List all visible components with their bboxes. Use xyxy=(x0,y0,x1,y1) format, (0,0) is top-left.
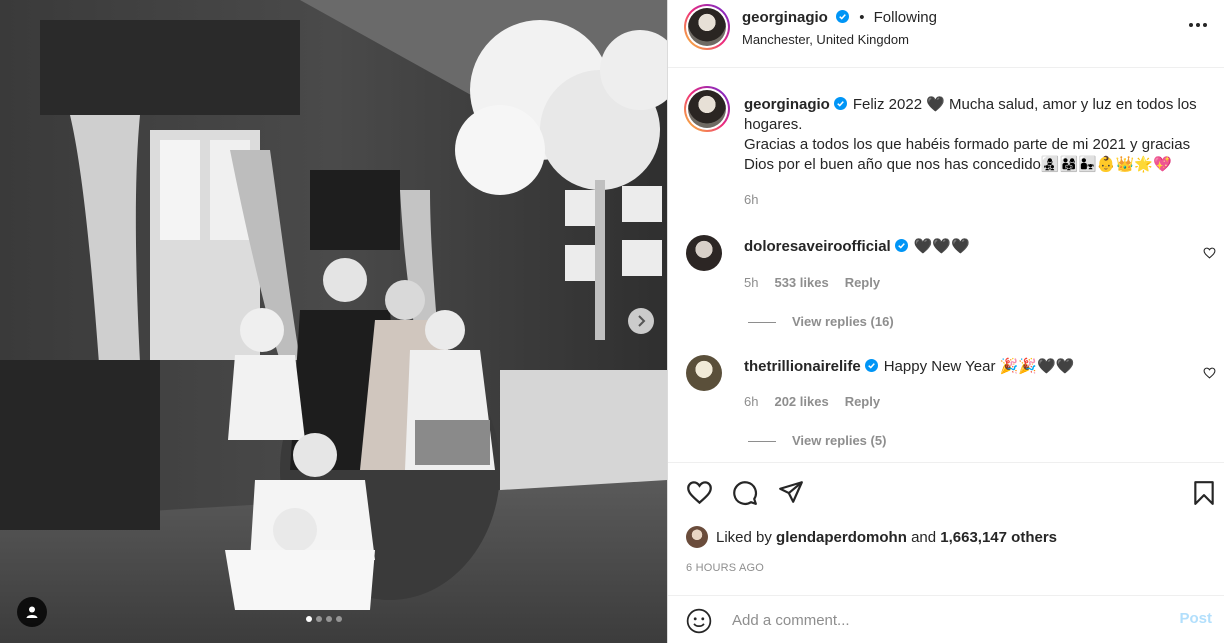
post-details-panel: georginagio • Following Manchester, Unit… xyxy=(668,0,1224,643)
verified-badge-icon xyxy=(836,10,850,23)
chevron-right-icon xyxy=(638,315,646,327)
carousel-indicator xyxy=(306,616,342,622)
comment-text: Happy New Year 🎉🎉🖤🖤 xyxy=(883,358,1075,375)
comment-text: 🖤🖤🖤 xyxy=(913,238,970,255)
comment-avatar[interactable] xyxy=(686,235,722,271)
comment-avatar[interactable] xyxy=(686,355,722,391)
verified-badge-icon xyxy=(833,97,847,110)
post-location[interactable]: Manchester, United Kingdom xyxy=(742,32,909,47)
verified-badge-icon xyxy=(864,359,878,372)
comment-likes[interactable]: 533 likes xyxy=(774,275,828,290)
author-avatar-image xyxy=(688,8,726,46)
heart-icon[interactable] xyxy=(686,480,713,505)
caption-meta: 6h xyxy=(744,192,774,207)
comment-username[interactable]: doloresaveiroofficial xyxy=(744,238,891,255)
view-replies-label: View replies (16) xyxy=(792,314,894,329)
post-photo[interactable] xyxy=(0,0,668,643)
comment-time[interactable]: 5h xyxy=(744,275,758,290)
comment-reply-button[interactable]: Reply xyxy=(845,275,880,290)
add-comment-bar: Post xyxy=(668,595,1224,643)
view-replies-button[interactable]: View replies (16) xyxy=(748,314,894,329)
comment-username[interactable]: thetrillionairelife xyxy=(744,358,861,375)
comment-likes[interactable]: 202 likes xyxy=(774,394,828,409)
comment-body: thetrillionairelife Happy New Year 🎉🎉🖤🖤 xyxy=(744,357,1214,377)
family-photo-image xyxy=(0,0,667,643)
view-replies-button[interactable]: View replies (5) xyxy=(748,433,886,448)
carousel-dot-active xyxy=(306,616,312,622)
carousel-dot xyxy=(336,616,342,622)
comments-list[interactable]: georginagio Feliz 2022 🖤 Mucha salud, amo… xyxy=(668,68,1224,462)
carousel-dot xyxy=(326,616,332,622)
more-horizontal-icon[interactable] xyxy=(1188,22,1208,28)
emoji-icon[interactable] xyxy=(686,608,712,634)
likes-count[interactable]: 1,663,147 others xyxy=(940,529,1057,546)
user-tag-icon xyxy=(26,606,38,618)
caption-username[interactable]: georginagio xyxy=(744,96,830,113)
post-header: georginagio • Following Manchester, Unit… xyxy=(668,0,1224,68)
author-avatar[interactable] xyxy=(684,4,730,50)
bookmark-icon[interactable] xyxy=(1193,480,1215,506)
comment-input[interactable] xyxy=(732,606,1152,634)
comment-meta: 6h 202 likes Reply xyxy=(744,394,896,409)
comment-like-heart-icon[interactable] xyxy=(1203,367,1216,379)
replies-line xyxy=(748,441,776,443)
separator-dot: • xyxy=(859,9,865,26)
carousel-next-button[interactable] xyxy=(628,308,654,334)
liker-avatar[interactable] xyxy=(686,526,708,548)
comment-icon[interactable] xyxy=(732,480,758,506)
liker-username[interactable]: glendaperdomohn xyxy=(776,529,907,546)
tagged-users-button[interactable] xyxy=(17,597,47,627)
carousel-dot xyxy=(316,616,322,622)
comment-time[interactable]: 6h xyxy=(744,394,758,409)
liked-by-row: Liked by glendaperdomohn and 1,663,147 o… xyxy=(686,526,1057,548)
caption-avatar-image xyxy=(688,90,726,128)
post-actions: Liked by glendaperdomohn and 1,663,147 o… xyxy=(668,462,1224,595)
send-icon[interactable] xyxy=(778,480,804,504)
author-row: georginagio • Following xyxy=(742,9,937,26)
comment-reply-button[interactable]: Reply xyxy=(845,394,880,409)
replies-line xyxy=(748,322,776,324)
comment-like-heart-icon[interactable] xyxy=(1203,247,1216,259)
verified-badge-icon xyxy=(894,239,908,252)
comment-meta: 5h 533 likes Reply xyxy=(744,275,896,290)
liked-by-conjunction: and xyxy=(911,528,937,546)
comment-body: doloresaveiroofficial 🖤🖤🖤 xyxy=(744,237,1214,257)
view-replies-label: View replies (5) xyxy=(792,433,887,448)
caption-body: georginagio Feliz 2022 🖤 Mucha salud, amo… xyxy=(744,95,1214,175)
caption-time[interactable]: 6h xyxy=(744,192,758,207)
author-username[interactable]: georginagio xyxy=(742,9,828,26)
follow-status-button[interactable]: Following xyxy=(874,9,937,26)
post-comment-button[interactable]: Post xyxy=(1179,610,1212,627)
instagram-post-view: georginagio • Following Manchester, Unit… xyxy=(0,0,1224,643)
post-timestamp[interactable]: 6 HOURS AGO xyxy=(686,562,764,574)
caption-avatar[interactable] xyxy=(684,86,730,132)
liked-by-prefix: Liked by xyxy=(716,528,772,546)
